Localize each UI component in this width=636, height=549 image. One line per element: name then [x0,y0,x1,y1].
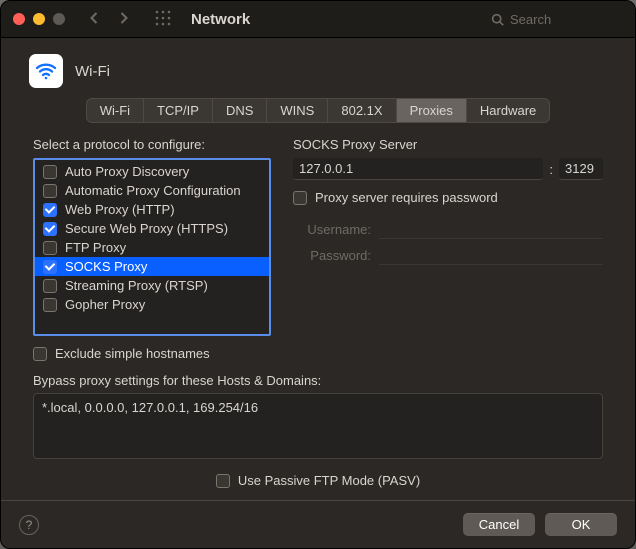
protocol-label: FTP Proxy [65,240,126,255]
protocol-list-label: Select a protocol to configure: [33,137,271,152]
protocol-checkbox[interactable] [43,279,57,293]
main-content: Select a protocol to configure: Auto Pro… [1,137,635,500]
passive-ftp-checkbox[interactable] [216,474,230,488]
tab-wi-fi[interactable]: Wi-Fi [87,99,144,122]
protocol-item[interactable]: FTP Proxy [35,238,269,257]
window-title: Network [191,11,250,28]
password-input[interactable] [379,245,603,265]
back-button[interactable] [89,11,100,28]
protocol-item[interactable]: Automatic Proxy Configuration [35,181,269,200]
protocol-checkbox[interactable] [43,203,57,217]
protocol-item[interactable]: Secure Web Proxy (HTTPS) [35,219,269,238]
search-placeholder: Search [510,12,551,27]
protocol-checkbox[interactable] [43,184,57,198]
bypass-textarea[interactable] [33,393,603,459]
window-controls [13,13,65,25]
protocol-label: Automatic Proxy Configuration [65,183,241,198]
protocol-label: Gopher Proxy [65,297,145,312]
protocol-item[interactable]: SOCKS Proxy [35,257,269,276]
username-input[interactable] [379,219,603,239]
forward-button[interactable] [118,11,129,28]
protocol-checkbox[interactable] [43,222,57,236]
exclude-hostnames-label: Exclude simple hostnames [55,346,210,361]
protocol-checkbox[interactable] [43,241,57,255]
proxy-port-input[interactable] [559,158,603,180]
show-all-icon[interactable] [155,10,171,29]
password-label: Password: [293,248,371,263]
footer: ? Cancel OK [1,500,635,548]
tabs-container: Wi-FiTCP/IPDNSWINS802.1XProxiesHardware [1,98,635,137]
protocol-item[interactable]: Streaming Proxy (RTSP) [35,276,269,295]
protocol-item[interactable]: Web Proxy (HTTP) [35,200,269,219]
nav-arrows [89,11,129,28]
protocol-checkbox[interactable] [43,260,57,274]
zoom-window-button[interactable] [53,13,65,25]
wifi-icon [29,54,63,88]
protocol-item[interactable]: Auto Proxy Discovery [35,162,269,181]
protocol-label: Auto Proxy Discovery [65,164,189,179]
requires-password-label: Proxy server requires password [315,190,498,205]
protocol-checkbox[interactable] [43,298,57,312]
close-window-button[interactable] [13,13,25,25]
interface-label: Wi-Fi [75,63,110,80]
minimize-window-button[interactable] [33,13,45,25]
protocol-label: Secure Web Proxy (HTTPS) [65,221,228,236]
bypass-label: Bypass proxy settings for these Hosts & … [33,373,603,388]
ok-button[interactable]: OK [545,513,617,536]
username-label: Username: [293,222,371,237]
requires-password-checkbox[interactable] [293,191,307,205]
passive-ftp-label: Use Passive FTP Mode (PASV) [238,473,420,488]
network-preferences-window: Network Search Wi-Fi Wi-FiTCP/IPDNSWINS8… [0,0,636,549]
protocol-label: Web Proxy (HTTP) [65,202,175,217]
tab-dns[interactable]: DNS [213,99,267,122]
tab-wins[interactable]: WINS [267,99,328,122]
help-button[interactable]: ? [19,515,39,535]
exclude-hostnames-checkbox[interactable] [33,347,47,361]
tab-proxies[interactable]: Proxies [397,99,467,122]
protocol-checkbox[interactable] [43,165,57,179]
search-field[interactable]: Search [483,7,623,31]
tabbar: Wi-FiTCP/IPDNSWINS802.1XProxiesHardware [86,98,551,123]
proxy-host-input[interactable] [293,158,543,180]
protocol-item[interactable]: Gopher Proxy [35,295,269,314]
tab-hardware[interactable]: Hardware [467,99,549,122]
host-port-separator: : [549,162,553,177]
toolbar: Network Search [1,1,635,38]
protocol-label: SOCKS Proxy [65,259,147,274]
search-icon [491,13,504,26]
protocol-list[interactable]: Auto Proxy Discovery Automatic Proxy Conf… [33,158,271,336]
server-column: SOCKS Proxy Server : Proxy server requir… [293,137,603,336]
tab-tcp-ip[interactable]: TCP/IP [144,99,213,122]
tab-802-1x[interactable]: 802.1X [328,99,396,122]
protocol-column: Select a protocol to configure: Auto Pro… [33,137,271,336]
pane-header: Wi-Fi [1,38,635,98]
server-label: SOCKS Proxy Server [293,137,603,152]
cancel-button[interactable]: Cancel [463,513,535,536]
protocol-label: Streaming Proxy (RTSP) [65,278,208,293]
